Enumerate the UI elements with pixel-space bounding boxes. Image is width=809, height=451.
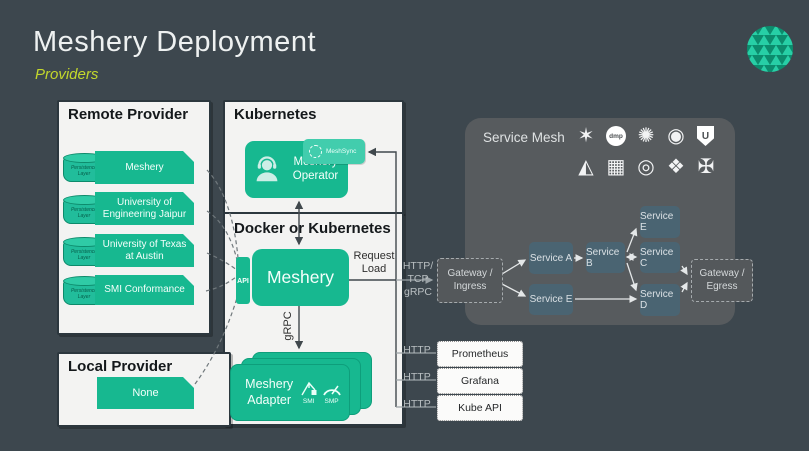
service-e-top-box: Service E — [640, 206, 680, 238]
request-load-label: Request Load — [352, 250, 396, 276]
provider-smi-conformance: SMI Conformance — [95, 275, 194, 305]
meshery-box: Meshery — [252, 249, 349, 306]
docker-title: Docker or Kubernetes — [234, 220, 391, 237]
page-title: Meshery Deployment — [33, 26, 316, 59]
mesh-logo-row-1: ✶ dmp ✺ ◉ U — [572, 121, 722, 151]
service-mesh-title: Service Mesh — [483, 130, 565, 145]
sailboat-logo-icon: ◭ — [572, 152, 600, 182]
http-tcp-grpc-label: HTTP/ TCP gRPC — [398, 260, 438, 299]
meshery-logo-icon — [746, 25, 794, 73]
provider-univ-texas: University of Texas at Austin — [95, 234, 194, 267]
http-label: HTTP — [400, 371, 434, 384]
http-label: HTTP — [400, 344, 434, 357]
page-subtitle: Providers — [35, 66, 98, 83]
provider-none: None — [97, 377, 194, 409]
mesh-logo-row-2: ◭ ▦ ◎ ❖ ✠ — [572, 152, 722, 182]
meshery-adapter-label: Meshery Adapter — [241, 377, 297, 408]
spiral-circle-logo-icon: ◉ — [662, 121, 690, 151]
crossed-mesh-logo-icon: ✠ — [692, 152, 720, 182]
gateway-ingress-box: Gateway / Ingress — [437, 258, 503, 303]
ring-dots-logo-icon: ◎ — [632, 152, 660, 182]
service-b-box: Service B — [586, 242, 625, 273]
hex-cluster-logo-icon: ❖ — [662, 152, 690, 182]
operator-icon — [251, 154, 283, 186]
gateway-egress-box: Gateway / Egress — [691, 259, 753, 302]
slide: Meshery Deployment Providers Remote Prov… — [0, 0, 809, 451]
kube-api-box: Kube API — [437, 395, 523, 421]
api-tab: API — [236, 257, 250, 304]
service-a-box: Service A — [529, 242, 573, 274]
kubernetes-title: Kubernetes — [234, 106, 317, 123]
sync-icon — [309, 145, 322, 158]
grpc-label: gRPC — [282, 306, 294, 346]
http-label: HTTP — [400, 398, 434, 411]
dmp-circle-logo-icon: dmp — [606, 126, 626, 146]
service-c-box: Service C — [640, 242, 680, 273]
local-provider-title: Local Provider — [68, 358, 172, 375]
smi-badge: SMI — [297, 381, 320, 405]
smp-badge: SMP — [320, 381, 343, 405]
shield-logo-icon: U — [697, 126, 714, 146]
meshery-adapter-box: Meshery Adapter SMI SMP — [230, 364, 350, 421]
service-e-bottom-box: Service E — [529, 284, 573, 315]
provider-univ-jaipur: University of Engineering Jaipur — [95, 192, 194, 225]
grafana-box: Grafana — [437, 368, 523, 394]
provider-meshery: Meshery — [95, 151, 194, 184]
smi-crane-icon — [299, 381, 319, 397]
remote-provider-title: Remote Provider — [68, 106, 188, 123]
prometheus-box: Prometheus — [437, 341, 523, 367]
cube-mesh-logo-icon: ▦ — [602, 152, 630, 182]
service-d-box: Service D — [640, 284, 680, 316]
meshsync-badge: MeshSync — [303, 139, 365, 164]
smp-gauge-icon — [321, 381, 343, 397]
scribble-mesh-logo-icon: ✺ — [632, 121, 660, 151]
meshsync-label: MeshSync — [326, 148, 356, 155]
meshery-logo — [746, 25, 794, 78]
star-mesh-logo-icon: ✶ — [572, 121, 600, 151]
